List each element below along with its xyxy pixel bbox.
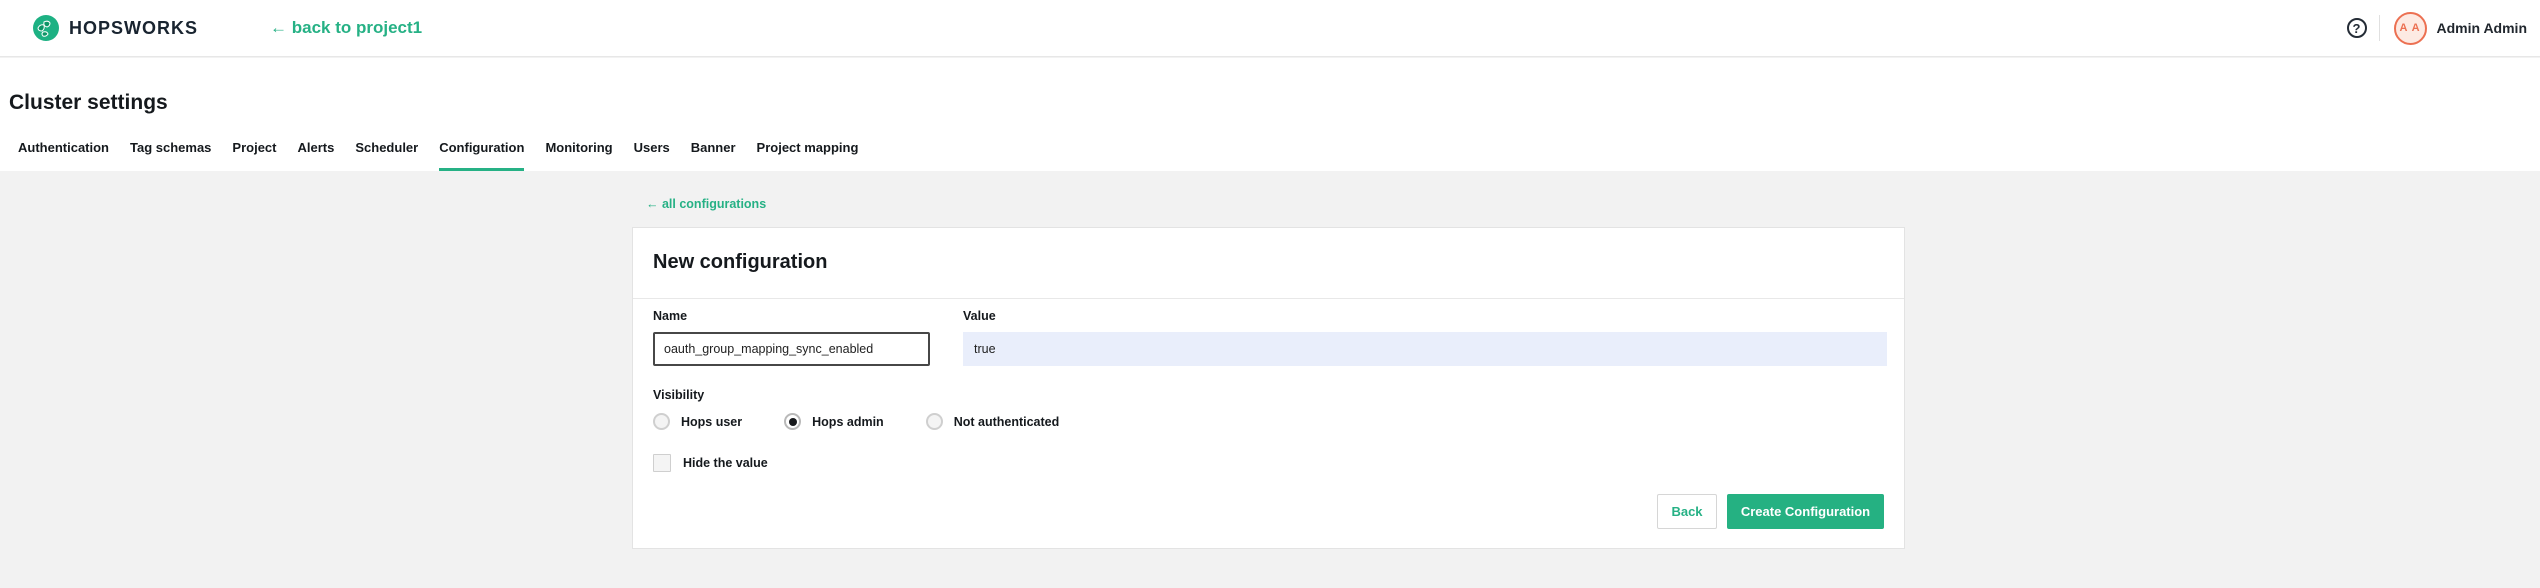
page-title: Cluster settings: [9, 91, 168, 115]
card-header: New configuration: [633, 228, 1904, 299]
tab-scheduler[interactable]: Scheduler: [355, 140, 418, 171]
radio-not-authenticated[interactable]: Not authenticated: [926, 413, 1060, 430]
tab-tag-schemas[interactable]: Tag schemas: [130, 140, 211, 171]
value-label: Value: [963, 309, 996, 323]
topbar-divider: [2379, 15, 2380, 41]
button-row: Back Create Configuration: [1657, 494, 1884, 529]
radio-hops-user[interactable]: Hops user: [653, 413, 742, 430]
brand-name: HOPSWORKS: [69, 18, 198, 39]
hide-value-checkbox[interactable]: [653, 454, 671, 472]
content-area: ← all configurations New configuration N…: [0, 171, 2540, 588]
radio-circle-icon[interactable]: [926, 413, 943, 430]
tab-project-mapping[interactable]: Project mapping: [757, 140, 859, 171]
all-configurations-link[interactable]: ← all configurations: [646, 197, 766, 211]
top-bar-right: ? A A Admin Admin: [2347, 12, 2527, 45]
tab-monitoring[interactable]: Monitoring: [545, 140, 612, 171]
visibility-label: Visibility: [653, 388, 704, 402]
tab-bar: Authentication Tag schemas Project Alert…: [18, 140, 858, 171]
avatar[interactable]: A A: [2394, 12, 2427, 45]
hopsworks-logo-icon: [33, 15, 59, 41]
brand[interactable]: HOPSWORKS: [33, 15, 198, 41]
top-bar: HOPSWORKS ← back to project1 ? A A Admin…: [0, 0, 2540, 57]
tab-users[interactable]: Users: [634, 140, 670, 171]
question-mark-icon[interactable]: ?: [2347, 18, 2367, 38]
radio-circle-icon[interactable]: [653, 413, 670, 430]
back-button[interactable]: Back: [1657, 494, 1717, 529]
tab-configuration[interactable]: Configuration: [439, 140, 524, 171]
user-name[interactable]: Admin Admin: [2437, 20, 2527, 36]
value-input[interactable]: [963, 332, 1887, 366]
radio-hops-admin[interactable]: Hops admin: [784, 413, 884, 430]
radio-label: Hops user: [681, 415, 742, 429]
create-configuration-button[interactable]: Create Configuration: [1727, 494, 1884, 529]
card-title: New configuration: [653, 251, 827, 274]
tab-authentication[interactable]: Authentication: [18, 140, 109, 171]
page-head: Cluster settings Authentication Tag sche…: [0, 58, 2540, 171]
name-input[interactable]: [653, 332, 930, 366]
hide-value-label: Hide the value: [683, 456, 768, 470]
hide-value-checkbox-row[interactable]: Hide the value: [653, 454, 768, 472]
visibility-radio-group: Hops user Hops admin Not authenticated: [653, 413, 1101, 430]
radio-circle-icon[interactable]: [784, 413, 801, 430]
radio-label: Hops admin: [812, 415, 884, 429]
radio-label: Not authenticated: [954, 415, 1060, 429]
tab-alerts[interactable]: Alerts: [298, 140, 335, 171]
tab-banner[interactable]: Banner: [691, 140, 736, 171]
name-label: Name: [653, 309, 687, 323]
tab-project[interactable]: Project: [232, 140, 276, 171]
back-to-project-link[interactable]: ← back to project1: [270, 18, 422, 38]
new-configuration-card: New configuration Name Value Visibility …: [632, 227, 1905, 549]
